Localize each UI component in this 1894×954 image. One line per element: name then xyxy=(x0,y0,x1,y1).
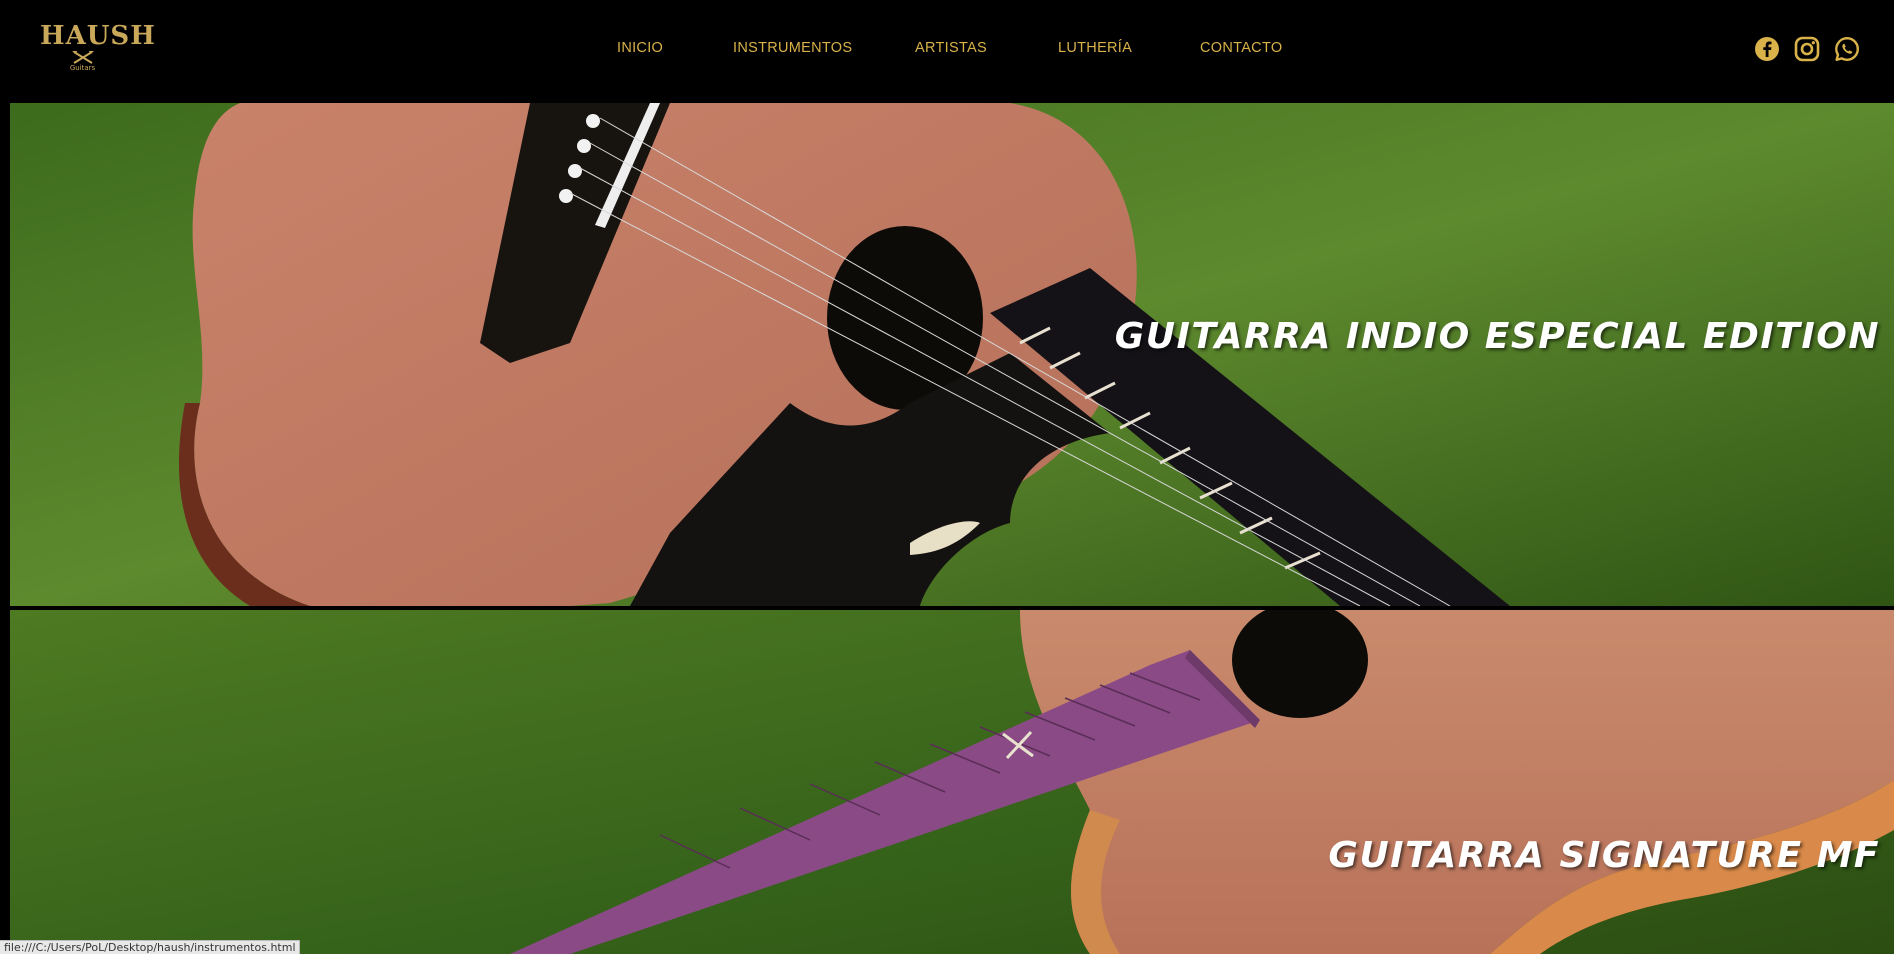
instagram-icon[interactable] xyxy=(1794,36,1820,62)
nav-lutheria[interactable]: LUTHERÍA xyxy=(1058,40,1132,56)
site-header: HAUSH Guitars INICIO INSTRUMENTOS ARTIST… xyxy=(0,0,1894,103)
banner-title-indio: GUITARRA INDIO ESPECIAL EDITION xyxy=(1114,316,1880,357)
nav-contacto[interactable]: CONTACTO xyxy=(1200,40,1282,56)
main-nav: INICIO INSTRUMENTOS ARTISTAS LUTHERÍA CO… xyxy=(0,40,1894,60)
logo-subtitle: Guitars xyxy=(69,64,96,72)
social-links xyxy=(1734,36,1894,64)
facebook-icon[interactable] xyxy=(1754,36,1780,62)
product-banner-indio[interactable]: GUITARRA INDIO ESPECIAL EDITION xyxy=(10,103,1894,606)
browser-status-url: file:///C:/Users/PoL/Desktop/haush/instr… xyxy=(0,940,300,954)
guitar-photo-signature xyxy=(10,610,1894,954)
product-banner-signature-mf[interactable]: GUITARRA SIGNATURE MF xyxy=(10,610,1894,954)
nav-artistas[interactable]: ARTISTAS xyxy=(915,40,987,56)
nav-instrumentos[interactable]: INSTRUMENTOS xyxy=(733,40,852,56)
banner-title-signature-mf: GUITARRA SIGNATURE MF xyxy=(1328,835,1880,876)
nav-inicio[interactable]: INICIO xyxy=(617,40,663,56)
whatsapp-icon[interactable] xyxy=(1834,36,1860,62)
